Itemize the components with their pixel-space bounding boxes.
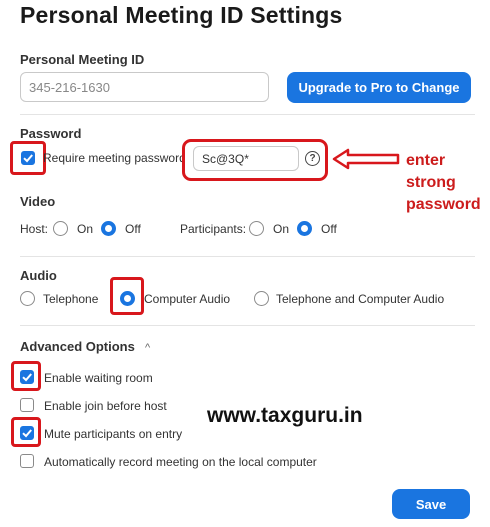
upgrade-to-pro-button[interactable]: Upgrade to Pro to Change	[287, 72, 471, 103]
audio-section-label: Audio	[20, 268, 57, 283]
check-icon	[22, 373, 32, 382]
audio-computer-label: Computer Audio	[144, 292, 231, 306]
arrow-left-icon	[332, 148, 400, 170]
require-password-checkbox[interactable]	[21, 151, 35, 165]
mute-on-entry-label: Mute participants on entry	[44, 427, 183, 441]
pmi-label: Personal Meeting ID	[20, 52, 145, 67]
question-circle-icon[interactable]: ?	[305, 151, 320, 166]
page-title: Personal Meeting ID Settings	[20, 2, 343, 28]
annotation-line: enter	[406, 152, 446, 169]
audio-computer-radio[interactable]	[120, 291, 135, 306]
pmi-input[interactable]	[20, 72, 269, 102]
divider	[20, 256, 475, 257]
audio-both-label: Telephone and Computer Audio	[276, 292, 445, 306]
check-icon	[22, 429, 32, 438]
host-off-label: Off	[125, 222, 141, 236]
audio-telephone-radio[interactable]	[20, 291, 35, 306]
participants-off-label: Off	[321, 222, 337, 236]
host-off-radio[interactable]	[101, 221, 116, 236]
check-icon	[23, 154, 33, 163]
waiting-room-checkbox[interactable]	[20, 370, 34, 384]
auto-record-label: Automatically record meeting on the loca…	[44, 455, 317, 469]
waiting-room-label: Enable waiting room	[44, 371, 153, 385]
save-button[interactable]: Save	[392, 489, 470, 519]
chevron-up-icon[interactable]: ^	[145, 342, 150, 354]
participants-off-radio[interactable]	[297, 221, 312, 236]
host-label: Host:	[20, 222, 49, 236]
join-before-host-checkbox[interactable]	[20, 398, 34, 412]
annotation-text: enter strong password	[406, 150, 481, 216]
advanced-options-toggle[interactable]: Advanced Options	[20, 339, 135, 354]
audio-telephone-label: Telephone	[43, 292, 99, 306]
divider	[20, 325, 475, 326]
host-on-radio[interactable]	[53, 221, 68, 236]
password-section-label: Password	[20, 126, 82, 141]
mute-on-entry-checkbox[interactable]	[20, 426, 34, 440]
video-section-label: Video	[20, 194, 56, 209]
join-before-host-label: Enable join before host	[44, 399, 167, 413]
host-on-label: On	[77, 222, 94, 236]
participants-on-label: On	[273, 222, 290, 236]
auto-record-checkbox[interactable]	[20, 454, 34, 468]
password-input[interactable]	[193, 146, 299, 171]
participants-on-radio[interactable]	[249, 221, 264, 236]
audio-both-radio[interactable]	[254, 291, 269, 306]
divider	[20, 114, 475, 115]
annotation-line: password	[406, 196, 481, 213]
require-password-label: Require meeting password	[43, 151, 186, 165]
annotation-line: strong	[406, 174, 456, 191]
watermark: www.taxguru.in	[207, 404, 363, 427]
participants-label: Participants:	[180, 222, 247, 236]
